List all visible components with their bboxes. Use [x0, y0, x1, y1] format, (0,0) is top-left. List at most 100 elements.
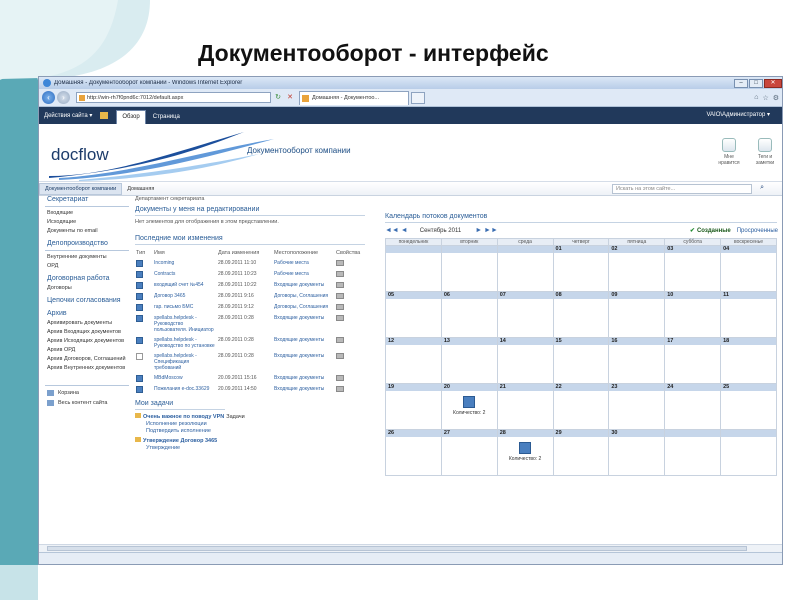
prev-month-button[interactable]: ◄◄ ◄ [385, 227, 408, 234]
like-button[interactable]: Мне нравится [713, 138, 745, 166]
properties-icon[interactable] [336, 315, 344, 321]
calendar-day[interactable]: 01 [552, 245, 610, 292]
refresh-icon[interactable]: ↻ [273, 93, 283, 103]
calendar-day[interactable]: 05 [385, 291, 442, 338]
calendar-day[interactable]: 22 [552, 383, 610, 430]
calendar-day[interactable]: 13 [440, 337, 498, 384]
calendar-day[interactable]: 23 [608, 383, 666, 430]
doc-location-link[interactable]: Рабочие места [273, 270, 335, 281]
home-icon[interactable]: ⌂ [754, 94, 758, 102]
user-menu[interactable]: VAIO\Администратор ▾ [706, 111, 770, 118]
calendar-day[interactable]: 25 [720, 383, 777, 430]
calendar-day[interactable]: 20 Количество: 2 [440, 383, 498, 430]
doc-name-link[interactable]: входящий счет №454 [153, 281, 217, 292]
back-button[interactable]: ‹ [42, 91, 55, 104]
calendar-day[interactable]: 27 [440, 429, 498, 476]
properties-icon[interactable] [336, 304, 344, 310]
calendar-day[interactable]: 19 [385, 383, 442, 430]
doc-location-link[interactable]: Входящие документы [273, 352, 335, 374]
tab-page[interactable]: Страница [148, 111, 185, 124]
doc-name-link[interactable]: spellabs.helpdesk - Руководство пользова… [153, 314, 217, 336]
doc-name-link[interactable]: MBdMoscow [153, 374, 217, 385]
properties-icon[interactable] [336, 293, 344, 299]
forward-button[interactable]: › [57, 91, 70, 104]
calendar-day[interactable]: 04 [720, 245, 777, 292]
calendar-day[interactable] [664, 429, 722, 476]
recent-title[interactable]: Последние мои изменения [135, 235, 375, 242]
leftnav-item[interactable]: Архив Исходящих документов [47, 338, 129, 344]
site-actions-menu[interactable]: Действия сайта ▾ [44, 112, 92, 119]
maximize-button[interactable]: □ [749, 78, 763, 88]
doc-location-link[interactable]: Входящие документы [273, 281, 335, 292]
calendar-day[interactable]: 28 Количество: 2 [496, 429, 554, 476]
calendar-day[interactable]: 09 [608, 291, 666, 338]
leftnav-group-title[interactable]: Архив [47, 310, 129, 317]
tab-browse[interactable]: Обзор [116, 110, 146, 124]
legend-overdue[interactable]: Просроченные [737, 228, 778, 234]
leftnav-item[interactable]: Архив Внутренних документов [47, 365, 129, 371]
new-tab-button[interactable] [411, 91, 425, 104]
topnav-item-company[interactable]: Документооборот компании [39, 182, 123, 195]
task-title-link[interactable]: Очень важное по поводу VPN [143, 414, 224, 420]
task-sub-link[interactable]: Подтвердить исполнение [135, 428, 375, 434]
calendar-event[interactable]: Количество: 2 [442, 396, 497, 416]
calendar-day[interactable] [385, 245, 442, 292]
calendar-day[interactable]: 15 [552, 337, 610, 384]
search-input[interactable]: Искать на этом сайте... [612, 184, 752, 194]
browser-tab[interactable]: Домашняя - Документоо... [299, 90, 409, 105]
leftnav-item[interactable]: Исходящие [47, 219, 129, 225]
tasks-title[interactable]: Мои задачи [135, 400, 375, 407]
calendar-day[interactable]: 18 [720, 337, 777, 384]
search-icon[interactable]: ⌕ [760, 184, 764, 192]
favorites-icon[interactable]: ☆ [762, 94, 768, 102]
minimize-button[interactable]: – [734, 78, 748, 88]
tags-notes-button[interactable]: Теги и заметки [749, 138, 781, 166]
address-input[interactable]: http://win-rh7f0pnd6c:7012/default.aspx [76, 92, 271, 103]
topnav-item-home[interactable]: Домашняя [122, 184, 159, 194]
doc-name-link[interactable]: Пожелания e-doc.33629 [153, 385, 217, 396]
leftnav-group-title[interactable]: Делопроизводство [47, 240, 129, 247]
task-sub-link[interactable]: Исполнение резолюции [135, 421, 375, 427]
next-month-button[interactable]: ► ►► [475, 227, 498, 234]
doc-location-link[interactable]: Входящие документы [273, 385, 335, 396]
doc-name-link[interactable]: spellabs.helpdesk - Спецификация требова… [153, 352, 217, 374]
calendar-day[interactable]: 02 [608, 245, 666, 292]
calendar-event[interactable]: Количество: 2 [498, 442, 553, 462]
calendar-day[interactable]: 06 [440, 291, 498, 338]
doc-location-link[interactable]: Входящие документы [273, 336, 335, 352]
calendar-day[interactable]: 03 [664, 245, 722, 292]
properties-icon[interactable] [336, 271, 344, 277]
doc-location-link[interactable]: Договоры, Соглашения [273, 292, 335, 303]
calendar-day[interactable] [440, 245, 498, 292]
calendar-day[interactable]: 30 [608, 429, 666, 476]
doc-location-link[interactable]: Договоры, Соглашения [273, 303, 335, 314]
calendar-day[interactable]: 14 [496, 337, 554, 384]
leftnav-item[interactable]: ОРД [47, 263, 129, 269]
horizontal-scrollbar[interactable] [39, 544, 782, 552]
calendar-day[interactable]: 17 [664, 337, 722, 384]
leftnav-item[interactable]: Документы по email [47, 228, 129, 234]
leftnav-item[interactable]: Входящие [47, 210, 129, 216]
task-sub-link[interactable]: Утверждение [135, 445, 375, 451]
leftnav-group-title[interactable]: Цепочки согласования [47, 297, 129, 304]
leftnav-group-title[interactable]: Секретариат [47, 196, 129, 203]
calendar-day[interactable]: 12 [385, 337, 442, 384]
calendar-day[interactable]: 10 [664, 291, 722, 338]
calendar-day[interactable]: 11 [720, 291, 777, 338]
leftnav-item[interactable]: Внутренние документы [47, 254, 129, 260]
calendar-day[interactable]: 21 [496, 383, 554, 430]
leftnav-item[interactable]: Архивировать документы [47, 320, 129, 326]
scroll-thumb[interactable] [47, 546, 747, 551]
leftnav-item[interactable]: Архив Входящих документов [47, 329, 129, 335]
properties-icon[interactable] [336, 353, 344, 359]
properties-icon[interactable] [336, 375, 344, 381]
recycle-bin-link[interactable]: Корзина [47, 390, 129, 396]
calendar-day[interactable] [496, 245, 554, 292]
doc-name-link[interactable]: spellabs.helpdesk - Руководство по устан… [153, 336, 217, 352]
editing-title[interactable]: Документы у меня на редактировании [135, 206, 375, 213]
leftnav-group-title[interactable]: Договорная работа [47, 275, 129, 282]
doc-name-link[interactable]: гар. письмо БМС [153, 303, 217, 314]
doc-location-link[interactable]: Рабочие места [273, 259, 335, 270]
tools-icon[interactable]: ⚙ [773, 94, 779, 102]
doc-name-link[interactable]: Incoming [153, 259, 217, 270]
